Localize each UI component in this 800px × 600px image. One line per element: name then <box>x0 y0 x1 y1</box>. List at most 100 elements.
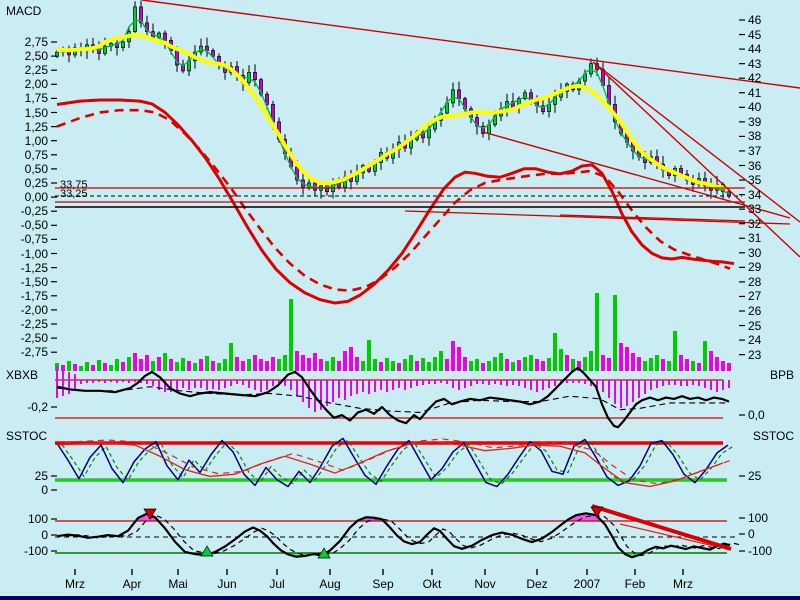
volume-bar <box>547 358 551 371</box>
volume-bar <box>259 359 263 371</box>
volume-bar <box>565 355 569 371</box>
volume-bar <box>169 359 173 371</box>
trendline <box>142 0 800 88</box>
volume-bar <box>193 363 197 371</box>
candle-body <box>134 7 137 32</box>
volume-bar <box>331 357 335 371</box>
volume-bar <box>553 333 557 371</box>
volume-bar <box>187 361 191 371</box>
volume-bar <box>709 351 713 371</box>
volume-bar <box>427 362 431 371</box>
candle-body <box>164 33 167 40</box>
ma-slow-line <box>57 35 729 188</box>
volume-bar <box>325 361 329 371</box>
volume-bar <box>397 363 401 371</box>
volume-bar <box>469 361 473 371</box>
volume-bar <box>481 363 485 371</box>
volume-bar <box>67 361 71 371</box>
volume-bar <box>223 359 227 371</box>
volume-bar <box>583 357 587 371</box>
trendline <box>593 62 800 257</box>
volume-bar <box>661 359 665 371</box>
volume-bar <box>115 359 119 371</box>
volume-bar <box>139 359 143 371</box>
volume-bar <box>403 359 407 371</box>
candle-body <box>122 42 125 48</box>
volume-bar <box>337 361 341 371</box>
volume-bar <box>631 353 635 371</box>
volume-bar <box>271 357 275 371</box>
volume-bar <box>697 363 701 371</box>
volume-bar <box>133 353 137 371</box>
volume-bar <box>493 357 497 371</box>
volume-bar <box>295 351 299 371</box>
volume-bar <box>685 359 689 371</box>
volume-bar <box>199 359 203 371</box>
volume-bar <box>625 347 629 371</box>
volume-bar <box>613 295 617 371</box>
volume-bar <box>487 361 491 371</box>
candle-body <box>458 90 461 99</box>
volume-bar <box>229 343 233 371</box>
candle-body <box>254 72 257 79</box>
volume-bar <box>391 361 395 371</box>
volume-bar <box>307 358 311 371</box>
volume-bar <box>691 361 695 371</box>
volume-bar <box>211 361 215 371</box>
volume-bar <box>175 362 179 371</box>
volume-bar <box>463 357 467 371</box>
chart-plot-area[interactable] <box>0 0 800 600</box>
volume-bar <box>535 359 539 371</box>
volume-bar <box>421 358 425 371</box>
volume-bar <box>601 355 605 371</box>
volume-bar <box>415 361 419 371</box>
volume-bar <box>451 341 455 371</box>
volume-bar <box>157 357 161 371</box>
volume-bar <box>355 357 359 371</box>
volume-bar <box>457 347 461 371</box>
status-bar <box>0 596 800 600</box>
volume-bar <box>619 343 623 371</box>
volume-bar <box>127 357 131 371</box>
volume-bar <box>253 355 257 371</box>
volume-bar <box>97 360 101 371</box>
volume-bar <box>595 293 599 371</box>
volume-bar <box>205 356 209 371</box>
volume-bar <box>109 365 113 371</box>
volume-bar <box>517 360 521 371</box>
volume-bar <box>439 351 443 371</box>
osc-trend-diagonal <box>592 506 731 549</box>
volume-bar <box>181 358 185 371</box>
volume-bar <box>703 341 707 371</box>
candle-body <box>452 90 455 103</box>
candle-body <box>206 46 209 50</box>
volume-bar <box>409 355 413 371</box>
volume-bar <box>715 357 719 371</box>
xbxb-signal-line <box>57 387 729 413</box>
volume-bar <box>679 355 683 371</box>
volume-bar <box>505 359 509 371</box>
volume-bar <box>163 353 167 371</box>
volume-bar <box>313 353 317 371</box>
volume-bar <box>511 362 515 371</box>
volume-bar <box>475 359 479 371</box>
volume-bar <box>529 355 533 371</box>
buy-signal-icon[interactable] <box>201 546 213 556</box>
osc-line <box>57 513 730 557</box>
volume-bar <box>523 357 527 371</box>
volume-bar <box>289 299 293 371</box>
volume-bar <box>301 355 305 371</box>
volume-bar <box>349 347 353 371</box>
volume-bar <box>541 361 545 371</box>
volume-bar <box>445 359 449 371</box>
volume-bar <box>433 357 437 371</box>
volume-bar <box>727 363 731 371</box>
volume-bar <box>643 361 647 371</box>
support-line <box>405 211 790 224</box>
volume-bar <box>721 361 725 371</box>
support-line <box>560 215 745 221</box>
volume-bar <box>283 355 287 371</box>
volume-bar <box>499 353 503 371</box>
volume-bar <box>121 362 125 371</box>
volume-bar <box>277 359 281 371</box>
